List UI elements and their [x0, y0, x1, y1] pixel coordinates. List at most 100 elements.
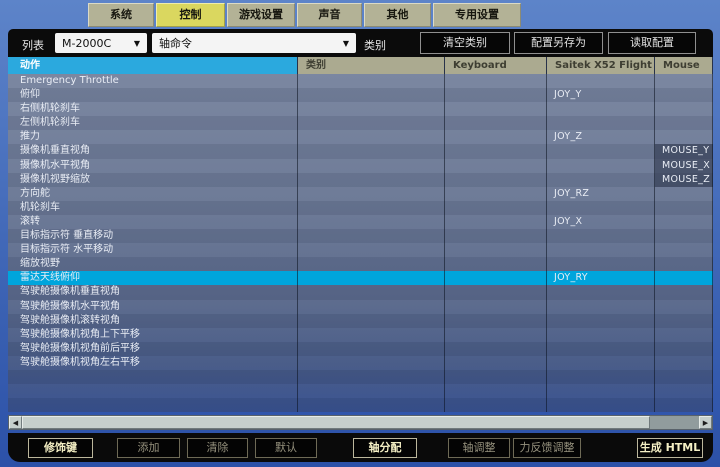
toolbar-button-2[interactable]: 配置另存为: [514, 32, 603, 54]
mouse-cell[interactable]: [655, 88, 713, 102]
action-cell[interactable]: 机轮刹车: [8, 201, 298, 215]
joystick-cell[interactable]: [547, 173, 655, 187]
joystick-cell[interactable]: JOY_RY: [547, 271, 655, 285]
action-cell[interactable]: [8, 384, 298, 398]
tab-2[interactable]: 控制: [156, 3, 225, 27]
mouse-cell[interactable]: [655, 215, 713, 229]
table-row[interactable]: 摄像机垂直视角MOUSE_Y: [8, 144, 713, 158]
joystick-cell[interactable]: [547, 74, 655, 88]
mouse-cell[interactable]: [655, 102, 713, 116]
category-cell[interactable]: [298, 173, 445, 187]
keyboard-cell[interactable]: [445, 229, 547, 243]
joystick-cell[interactable]: JOY_Z: [547, 130, 655, 144]
mouse-cell[interactable]: MOUSE_X: [655, 159, 713, 173]
table-row[interactable]: 雷达天线俯仰 JOY_RY: [8, 271, 713, 285]
table-row[interactable]: 目标指示符 垂直移动: [8, 229, 713, 243]
action-cell[interactable]: 推力: [8, 130, 298, 144]
joystick-cell[interactable]: [547, 116, 655, 130]
mouse-cell[interactable]: [655, 201, 713, 215]
mouse-cell[interactable]: [655, 384, 713, 398]
joystick-cell[interactable]: [547, 300, 655, 314]
footer-button-1[interactable]: 修饰键: [28, 438, 93, 458]
category-cell[interactable]: [298, 215, 445, 229]
category-cell[interactable]: [298, 285, 445, 299]
action-cell[interactable]: 目标指示符 水平移动: [8, 243, 298, 257]
table-row[interactable]: 目标指示符 水平移动: [8, 243, 713, 257]
joystick-cell[interactable]: [547, 356, 655, 370]
footer-button-8[interactable]: 生成 HTML: [637, 438, 703, 458]
joystick-cell[interactable]: [547, 285, 655, 299]
action-cell[interactable]: 左侧机轮刹车: [8, 116, 298, 130]
table-row[interactable]: 驾驶舱摄像机视角前后平移: [8, 342, 713, 356]
scroll-right-icon[interactable]: ▶: [699, 416, 712, 429]
keyboard-cell[interactable]: [445, 271, 547, 285]
action-cell[interactable]: 俯仰: [8, 88, 298, 102]
footer-button-4[interactable]: 默认: [255, 438, 317, 458]
category-cell[interactable]: [298, 271, 445, 285]
tab-5[interactable]: 其他: [364, 3, 431, 27]
mouse-cell[interactable]: [655, 257, 713, 271]
joystick-cell[interactable]: [547, 398, 655, 412]
mouse-cell[interactable]: [655, 356, 713, 370]
action-cell[interactable]: 驾驶舱摄像机垂直视角: [8, 285, 298, 299]
keyboard-cell[interactable]: [445, 130, 547, 144]
category-cell[interactable]: [298, 88, 445, 102]
table-row[interactable]: 左侧机轮刹车: [8, 116, 713, 130]
keyboard-cell[interactable]: [445, 356, 547, 370]
mouse-cell[interactable]: [655, 243, 713, 257]
category-cell[interactable]: [298, 102, 445, 116]
action-cell[interactable]: [8, 370, 298, 384]
keyboard-cell[interactable]: [445, 342, 547, 356]
keyboard-cell[interactable]: [445, 116, 547, 130]
table-row[interactable]: [8, 398, 713, 412]
joystick-cell[interactable]: [547, 102, 655, 116]
toolbar-button-3[interactable]: 读取配置: [608, 32, 696, 54]
keyboard-cell[interactable]: [445, 144, 547, 158]
action-cell[interactable]: 驾驶舱摄像机视角左右平移: [8, 356, 298, 370]
action-cell[interactable]: [8, 398, 298, 412]
action-cell[interactable]: 缩放视野: [8, 257, 298, 271]
table-row[interactable]: 驾驶舱摄像机滚转视角: [8, 314, 713, 328]
table-row[interactable]: 滚转JOY_X: [8, 215, 713, 229]
action-cell[interactable]: 滚转: [8, 215, 298, 229]
tab-1[interactable]: 系统: [88, 3, 154, 27]
mouse-cell[interactable]: [655, 130, 713, 144]
action-cell[interactable]: 方向舵: [8, 187, 298, 201]
tab-6[interactable]: 专用设置: [433, 3, 521, 27]
keyboard-cell[interactable]: [445, 300, 547, 314]
category-cell[interactable]: [298, 144, 445, 158]
table-row[interactable]: 驾驶舱摄像机视角左右平移: [8, 356, 713, 370]
mouse-cell[interactable]: [655, 285, 713, 299]
footer-button-5[interactable]: 轴分配: [353, 438, 417, 458]
category-cell[interactable]: [298, 130, 445, 144]
mouse-cell[interactable]: [655, 116, 713, 130]
mouse-cell[interactable]: [655, 271, 713, 285]
joystick-cell[interactable]: [547, 328, 655, 342]
joystick-cell[interactable]: [547, 342, 655, 356]
table-row[interactable]: 摄像机视野缩放 MOUSE_Z: [8, 173, 713, 187]
table-row[interactable]: 摄像机水平视角MOUSE_X: [8, 159, 713, 173]
joystick-cell[interactable]: [547, 257, 655, 271]
keyboard-cell[interactable]: [445, 88, 547, 102]
category-cell[interactable]: [298, 187, 445, 201]
joystick-cell[interactable]: [547, 314, 655, 328]
joystick-cell[interactable]: [547, 229, 655, 243]
keyboard-cell[interactable]: [445, 370, 547, 384]
table-row[interactable]: 驾驶舱摄像机垂直视角: [8, 285, 713, 299]
action-cell[interactable]: 雷达天线俯仰: [8, 271, 298, 285]
mouse-cell[interactable]: [655, 229, 713, 243]
category-cell[interactable]: [298, 398, 445, 412]
keyboard-cell[interactable]: [445, 285, 547, 299]
keyboard-cell[interactable]: [445, 328, 547, 342]
aircraft-profile-dropdown[interactable]: M-2000C ▼: [55, 33, 147, 53]
horizontal-scrollbar[interactable]: ◀ ▶: [8, 415, 713, 430]
mouse-cell[interactable]: MOUSE_Z: [655, 173, 713, 187]
action-cell[interactable]: 摄像机视野缩放: [8, 173, 298, 187]
category-cell[interactable]: [298, 356, 445, 370]
mouse-cell[interactable]: MOUSE_Y: [655, 144, 713, 158]
tab-3[interactable]: 游戏设置: [227, 3, 295, 27]
action-cell[interactable]: 右侧机轮刹车: [8, 102, 298, 116]
mouse-cell[interactable]: [655, 370, 713, 384]
category-cell[interactable]: [298, 257, 445, 271]
mouse-cell[interactable]: [655, 300, 713, 314]
